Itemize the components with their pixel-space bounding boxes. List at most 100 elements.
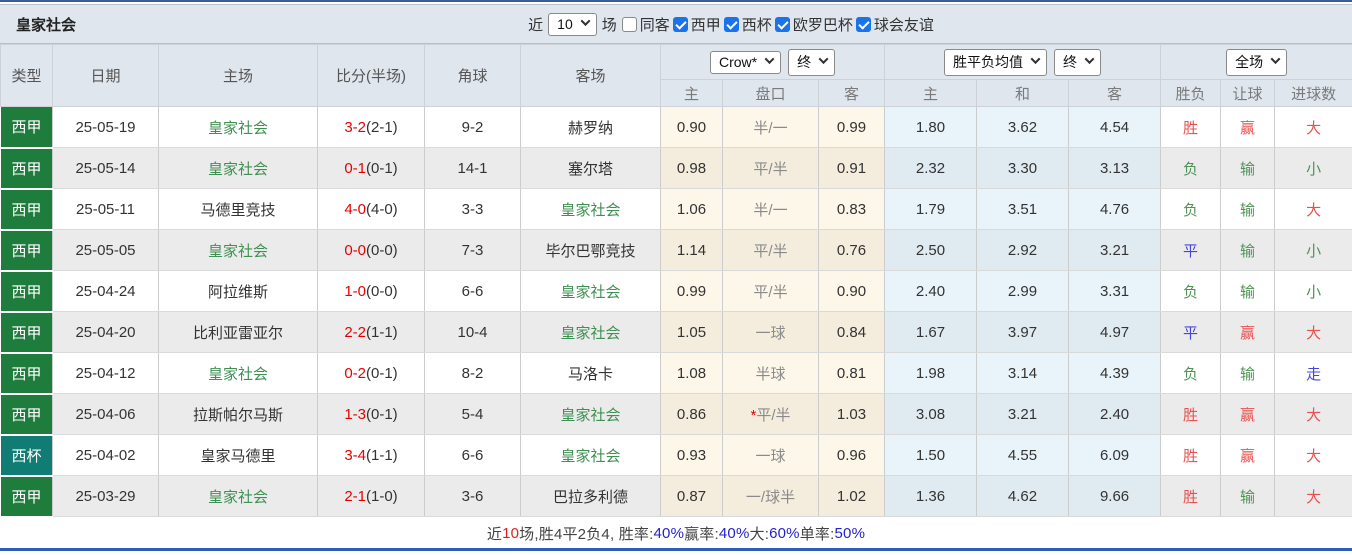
handicap-away-odds-cell: 0.99 bbox=[817, 106, 886, 148]
avg-away-odds-cell: 4.76 bbox=[1068, 188, 1162, 230]
table-row: 西甲 25-04-12 皇家社会 0-2(0-1) 8-2 马洛卡 1.08 半球 0.81 1.… bbox=[0, 352, 1352, 395]
summary-segment: 赢率: bbox=[684, 526, 719, 543]
handicap-line-cell: 一球 bbox=[722, 434, 819, 476]
checkbox-checked-icon[interactable] bbox=[855, 16, 871, 32]
handicap-line-cell: 半/一 bbox=[722, 106, 819, 148]
scope-select[interactable]: 全场 bbox=[1226, 48, 1288, 76]
filter-checkbox-item: 西杯 bbox=[723, 14, 772, 35]
filter-checkbox-item: 西甲 bbox=[672, 14, 721, 35]
sub-header-avg-draw: 和 bbox=[976, 79, 1070, 107]
league-badge: 西甲 bbox=[1, 476, 52, 515]
corners-cell: 3-3 bbox=[424, 188, 521, 230]
home-team-cell: 皇家社会 bbox=[158, 229, 318, 271]
checkbox-checked-icon[interactable] bbox=[672, 16, 688, 32]
league-badge: 西甲 bbox=[1, 271, 52, 310]
top-divider bbox=[0, 0, 1352, 2]
odds-company-select[interactable]: Crow* bbox=[709, 50, 782, 74]
result-goals-cell: 小 bbox=[1274, 229, 1352, 271]
table-row: 西甲 25-05-11 马德里竞技 4-0(4-0) 3-3 皇家社会 1.06 半/一 0.8… bbox=[0, 188, 1352, 231]
table-row: 西甲 25-05-19 皇家社会 3-2(2-1) 9-2 赫罗纳 0.90 半/一 0.99 1… bbox=[0, 106, 1352, 149]
away-team-cell: 巴拉多利德 bbox=[520, 475, 661, 517]
sub-header-odds-home: 主 bbox=[660, 79, 723, 107]
summary-segment: 40% bbox=[653, 525, 685, 542]
handicap-away-odds-cell: 1.03 bbox=[817, 393, 886, 435]
league-badge: 西甲 bbox=[1, 189, 52, 228]
odds-time-select-1[interactable]: 终 bbox=[788, 48, 836, 76]
home-team-cell: 皇家社会 bbox=[158, 147, 318, 189]
match-history-panel: 皇家社会 近 10 场 同客 西甲 西杯 欧罗巴杯 球会友谊 类型 日期 主场 比分(半… bbox=[0, 0, 1352, 555]
corners-cell: 3-6 bbox=[424, 475, 521, 517]
handicap-home-odds-cell: 1.14 bbox=[660, 229, 723, 271]
score-cell: 1-0(0-0) bbox=[317, 270, 425, 312]
league-badge: 西甲 bbox=[1, 230, 52, 269]
summary-line: 近 10 场,胜4平2负4, 胜率: 40% 赢率: 40% 大: 60% 单率: 50% bbox=[0, 518, 1352, 550]
recent-count-select[interactable]: 10 bbox=[548, 12, 597, 36]
avg-home-odds-cell: 2.50 bbox=[884, 229, 978, 271]
live-star-icon: * bbox=[750, 406, 757, 424]
avg-away-odds-cell: 3.13 bbox=[1068, 147, 1162, 189]
result-handicap-cell: 赢 bbox=[1220, 393, 1276, 435]
league-badge: 西甲 bbox=[1, 148, 52, 187]
odds-time-select-2[interactable]: 终 bbox=[1054, 48, 1102, 76]
corners-cell: 6-6 bbox=[424, 270, 521, 312]
handicap-line-cell: 一/球半 bbox=[722, 475, 819, 517]
league-type-cell: 西甲 bbox=[0, 147, 53, 190]
score-cell: 2-1(1-0) bbox=[317, 475, 425, 517]
handicap-away-odds-cell: 1.02 bbox=[817, 475, 886, 517]
handicap-away-odds-cell: 0.83 bbox=[817, 188, 886, 230]
corners-cell: 7-3 bbox=[424, 229, 521, 271]
filter-checkbox-item: 同客 bbox=[621, 14, 670, 35]
handicap-home-odds-cell: 0.99 bbox=[660, 270, 723, 312]
col-header-home: 主场 bbox=[158, 44, 318, 107]
league-type-cell: 西甲 bbox=[0, 393, 53, 436]
corners-cell: 5-4 bbox=[424, 393, 521, 435]
handicap-away-odds-cell: 0.90 bbox=[817, 270, 886, 312]
home-team-cell: 拉斯帕尔马斯 bbox=[158, 393, 318, 435]
corners-cell: 10-4 bbox=[424, 311, 521, 353]
avg-away-odds-cell: 4.97 bbox=[1068, 311, 1162, 353]
away-team-cell: 塞尔塔 bbox=[520, 147, 661, 189]
halftime-score: (0-0) bbox=[366, 241, 398, 259]
page-title: 皇家社会 bbox=[16, 16, 77, 34]
fulltime-score: 4-0 bbox=[344, 200, 366, 218]
date-cell: 25-04-20 bbox=[52, 311, 159, 353]
corners-cell: 8-2 bbox=[424, 352, 521, 394]
checkbox-checked-icon[interactable] bbox=[723, 16, 739, 32]
avg-draw-odds-cell: 3.30 bbox=[976, 147, 1070, 189]
avg-draw-odds-cell: 3.21 bbox=[976, 393, 1070, 435]
league-type-cell: 西甲 bbox=[0, 106, 53, 149]
date-cell: 25-05-11 bbox=[52, 188, 159, 230]
date-cell: 25-05-14 bbox=[52, 147, 159, 189]
score-cell: 1-3(0-1) bbox=[317, 393, 425, 435]
handicap-home-odds-cell: 1.05 bbox=[660, 311, 723, 353]
home-team-cell: 比利亚雷亚尔 bbox=[158, 311, 318, 353]
checkbox-checked-icon[interactable] bbox=[774, 16, 790, 32]
avg-away-odds-cell: 3.21 bbox=[1068, 229, 1162, 271]
match-table: 类型 日期 主场 比分(半场) 角球 客场 Crow* 终 胜平负均值 终 全场… bbox=[0, 44, 1352, 518]
table-row: 西甲 25-04-20 比利亚雷亚尔 2-2(1-1) 10-4 皇家社会 1.05 一球 0.… bbox=[0, 311, 1352, 354]
league-type-cell: 西甲 bbox=[0, 311, 53, 354]
sub-header-odds-away: 客 bbox=[817, 79, 886, 107]
date-cell: 25-05-19 bbox=[52, 106, 159, 148]
result-goals-cell: 大 bbox=[1274, 311, 1352, 353]
avg-odds-select[interactable]: 胜平负均值 bbox=[944, 48, 1048, 76]
result-wdl-cell: 负 bbox=[1160, 352, 1222, 394]
handicap-home-odds-cell: 0.90 bbox=[660, 106, 723, 148]
league-type-cell: 西甲 bbox=[0, 229, 53, 272]
league-badge: 西甲 bbox=[1, 394, 52, 433]
col-header-corners: 角球 bbox=[424, 44, 521, 107]
league-type-cell: 西甲 bbox=[0, 475, 53, 518]
fulltime-score: 1-0 bbox=[344, 282, 366, 300]
result-goals-cell: 走 bbox=[1274, 352, 1352, 394]
col-header-score: 比分(半场) bbox=[317, 44, 425, 107]
corners-cell: 14-1 bbox=[424, 147, 521, 189]
checkbox-unchecked-icon[interactable] bbox=[621, 16, 637, 32]
bottom-divider bbox=[0, 548, 1352, 551]
avg-home-odds-cell: 1.98 bbox=[884, 352, 978, 394]
result-wdl-cell: 胜 bbox=[1160, 106, 1222, 148]
away-team-cell: 皇家社会 bbox=[520, 311, 661, 353]
away-team-cell: 皇家社会 bbox=[520, 393, 661, 435]
home-team-cell: 皇家社会 bbox=[158, 352, 318, 394]
fulltime-score: 0-1 bbox=[344, 159, 366, 177]
result-wdl-cell: 平 bbox=[1160, 311, 1222, 353]
